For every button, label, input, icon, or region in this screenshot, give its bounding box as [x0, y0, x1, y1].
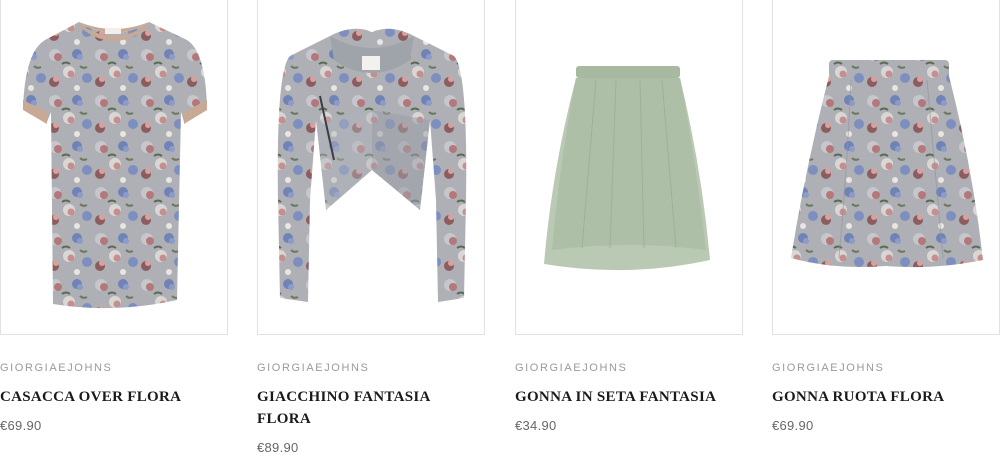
product-brand: GIORGIAEJOHNS [257, 362, 370, 374]
floral-circle-skirt-image [791, 60, 983, 268]
product-price: €69.90 [772, 418, 814, 433]
product-card[interactable]: GIORGIAEJOHNS GONNA IN SETA FANTASIA €34… [515, 0, 743, 433]
product-card[interactable]: GIORGIAEJOHNS GIACCHINO FANTASIA FLORA €… [257, 0, 485, 455]
product-price: €69.90 [0, 418, 42, 433]
product-name[interactable]: GIACCHINO FANTASIA FLORA [257, 386, 477, 430]
product-brand: GIORGIAEJOHNS [515, 362, 628, 374]
product-price: €89.90 [257, 440, 299, 455]
product-image[interactable] [772, 0, 1000, 335]
sage-silk-skirt-image [544, 66, 710, 271]
product-image[interactable] [257, 0, 485, 335]
product-card[interactable]: GIORGIAEJOHNS GONNA RUOTA FLORA €69.90 [772, 0, 1000, 433]
product-card[interactable]: GIORGIAEJOHNS CASACCA OVER FLORA €69.90 [0, 0, 228, 433]
product-price: €34.90 [515, 418, 557, 433]
product-grid: GIORGIAEJOHNS CASACCA OVER FLORA €69.90 … [0, 0, 1000, 460]
product-name[interactable]: CASACCA OVER FLORA [0, 386, 220, 408]
product-image[interactable] [0, 0, 228, 335]
product-brand: GIORGIAEJOHNS [772, 362, 885, 374]
product-name[interactable]: GONNA IN SETA FANTASIA [515, 386, 735, 408]
floral-cropped-jacket-image [277, 28, 467, 303]
product-name[interactable]: GONNA RUOTA FLORA [772, 386, 992, 408]
product-image[interactable] [515, 0, 743, 335]
product-brand: GIORGIAEJOHNS [0, 362, 113, 374]
floral-tunic-image [23, 22, 207, 309]
